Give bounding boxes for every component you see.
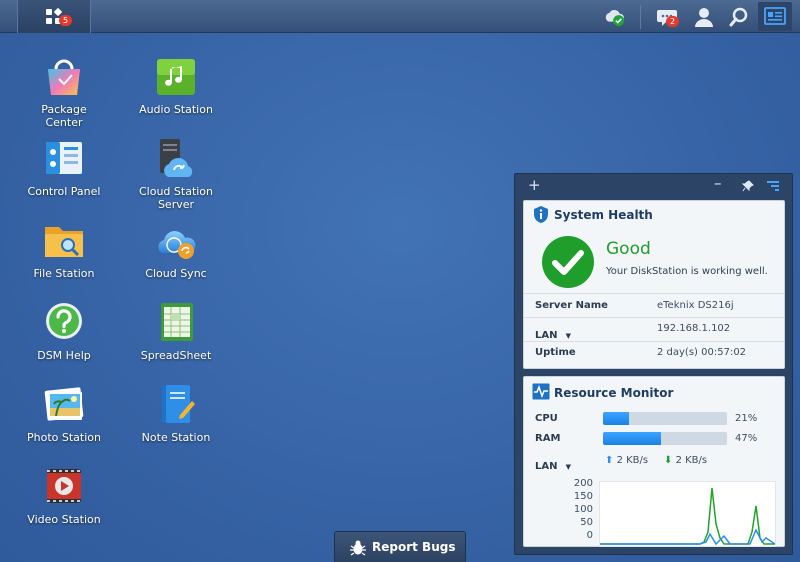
bug-icon <box>350 540 366 556</box>
ram-bar-fill <box>603 432 662 445</box>
notifications-badge: 2 <box>666 16 679 27</box>
upload-rate: ⬆ 2 KB/s <box>605 455 648 466</box>
upload-rate-value: 2 KB/s <box>616 455 649 466</box>
control-panel-icon <box>42 137 86 181</box>
search-icon[interactable] <box>728 6 750 28</box>
app-dsm-help[interactable]: DSM Help <box>9 301 119 362</box>
y-tick: 100 <box>573 504 593 515</box>
widgets-icon <box>764 7 786 25</box>
widget-settings-icon[interactable] <box>766 180 780 192</box>
app-cloud-sync[interactable]: Cloud Sync <box>121 219 231 280</box>
widget-panel-header: + – <box>515 174 792 198</box>
app-label: DSM Help <box>37 349 91 362</box>
server-name-label: Server Name <box>535 300 608 311</box>
uptime-value: 2 day(s) 00:57:02 <box>657 347 747 358</box>
upload-arrow-icon: ⬆ <box>605 455 614 466</box>
cpu-label: CPU <box>535 413 558 424</box>
app-file-station[interactable]: File Station <box>9 219 119 280</box>
app-note-station[interactable]: Note Station <box>121 383 231 444</box>
info-shield-icon <box>534 206 548 223</box>
main-menu-badge: 5 <box>59 15 72 26</box>
audio-station-icon <box>154 55 198 99</box>
taskbar-separator <box>640 5 641 29</box>
widget-panel: + – System Health Good Your DiskStation … <box>514 173 793 555</box>
app-package-center[interactable]: Package Center <box>9 55 119 129</box>
health-status: Good <box>606 239 651 259</box>
app-video-station[interactable]: Video Station <box>9 465 119 526</box>
app-cloud-station-server[interactable]: Cloud Station Server <box>121 137 231 211</box>
user-icon[interactable] <box>693 6 715 28</box>
minimize-icon[interactable]: – <box>714 174 722 192</box>
app-photo-station[interactable]: Photo Station <box>9 383 119 444</box>
app-spreadsheet[interactable]: SpreadSheet <box>121 301 231 362</box>
health-message: Your DiskStation is working well. <box>606 266 768 277</box>
app-label: SpreadSheet <box>140 349 212 362</box>
dsm-help-icon <box>42 301 86 345</box>
app-label: Audio Station <box>139 103 213 116</box>
pin-icon[interactable] <box>742 180 754 192</box>
chevron-down-icon: ▼ <box>565 463 571 471</box>
y-tick: 200 <box>573 478 593 489</box>
download-rate-value: 2 KB/s <box>675 455 708 466</box>
y-tick: 50 <box>580 517 593 528</box>
cloud-station-server-icon <box>154 137 198 181</box>
cpu-bar-fill <box>603 412 630 425</box>
ram-bar <box>603 432 727 445</box>
good-check-icon <box>542 236 594 288</box>
y-tick: 150 <box>573 491 593 502</box>
photo-station-icon <box>42 383 86 427</box>
lan-label: LAN <box>535 330 558 341</box>
download-arrow-icon: ⬇ <box>664 455 673 466</box>
lan-dropdown[interactable]: LAN ▼ <box>535 323 595 341</box>
download-line <box>600 487 775 545</box>
uptime-label: Uptime <box>535 347 576 358</box>
monitor-icon <box>532 383 550 400</box>
system-health-widget: System Health Good Your DiskStation is w… <box>523 200 785 369</box>
lan-monitor-label: LAN <box>535 461 558 472</box>
widgets-toggle-button[interactable] <box>758 2 792 31</box>
chevron-down-icon: ▼ <box>565 332 571 340</box>
package-center-icon <box>42 55 86 99</box>
server-name-value: eTeknix DS216j <box>657 300 734 311</box>
app-label: Photo Station <box>27 431 101 444</box>
app-control-panel[interactable]: Control Panel <box>9 137 119 198</box>
app-label: Note Station <box>141 431 211 444</box>
add-widget-icon[interactable]: + <box>528 176 541 194</box>
cpu-percent: 21% <box>735 413 758 424</box>
app-label: Cloud Station Server <box>138 185 214 211</box>
lan-traffic-lines <box>600 487 776 546</box>
main-menu-button[interactable]: 5 <box>17 0 91 33</box>
lan-traffic-chart <box>599 481 776 547</box>
divider <box>524 341 784 342</box>
file-station-icon <box>42 219 86 263</box>
download-rate: ⬇ 2 KB/s <box>664 455 707 466</box>
app-label: Package Center <box>41 103 87 129</box>
lan-ip-value: 192.168.1.102 <box>657 323 731 334</box>
app-audio-station[interactable]: Audio Station <box>121 55 231 116</box>
spreadsheet-icon <box>154 301 198 345</box>
app-label: Video Station <box>27 513 101 526</box>
ram-label: RAM <box>535 433 561 444</box>
report-bugs-button[interactable]: Report Bugs <box>334 531 466 562</box>
ram-percent: 47% <box>735 433 758 444</box>
resource-monitor-widget: Resource Monitor CPU 21% RAM 47% LAN ▼ ⬆… <box>523 376 785 547</box>
report-bugs-label: Report Bugs <box>372 540 456 554</box>
app-label: Cloud Sync <box>145 267 207 280</box>
taskbar: 5 2 <box>0 0 800 33</box>
cloud-sync-icon <box>154 219 198 263</box>
cloud-sync-status-icon[interactable] <box>604 6 626 28</box>
divider <box>524 317 784 318</box>
cpu-bar <box>603 412 727 425</box>
y-tick: 0 <box>586 530 593 541</box>
resource-monitor-title: Resource Monitor <box>554 386 674 400</box>
divider <box>524 293 784 294</box>
lan-monitor-dropdown[interactable]: LAN ▼ <box>535 454 585 472</box>
app-label: Control Panel <box>27 185 101 198</box>
app-label: File Station <box>33 267 95 280</box>
video-station-icon <box>42 465 86 509</box>
system-health-title: System Health <box>554 208 653 222</box>
note-station-icon <box>154 383 198 427</box>
